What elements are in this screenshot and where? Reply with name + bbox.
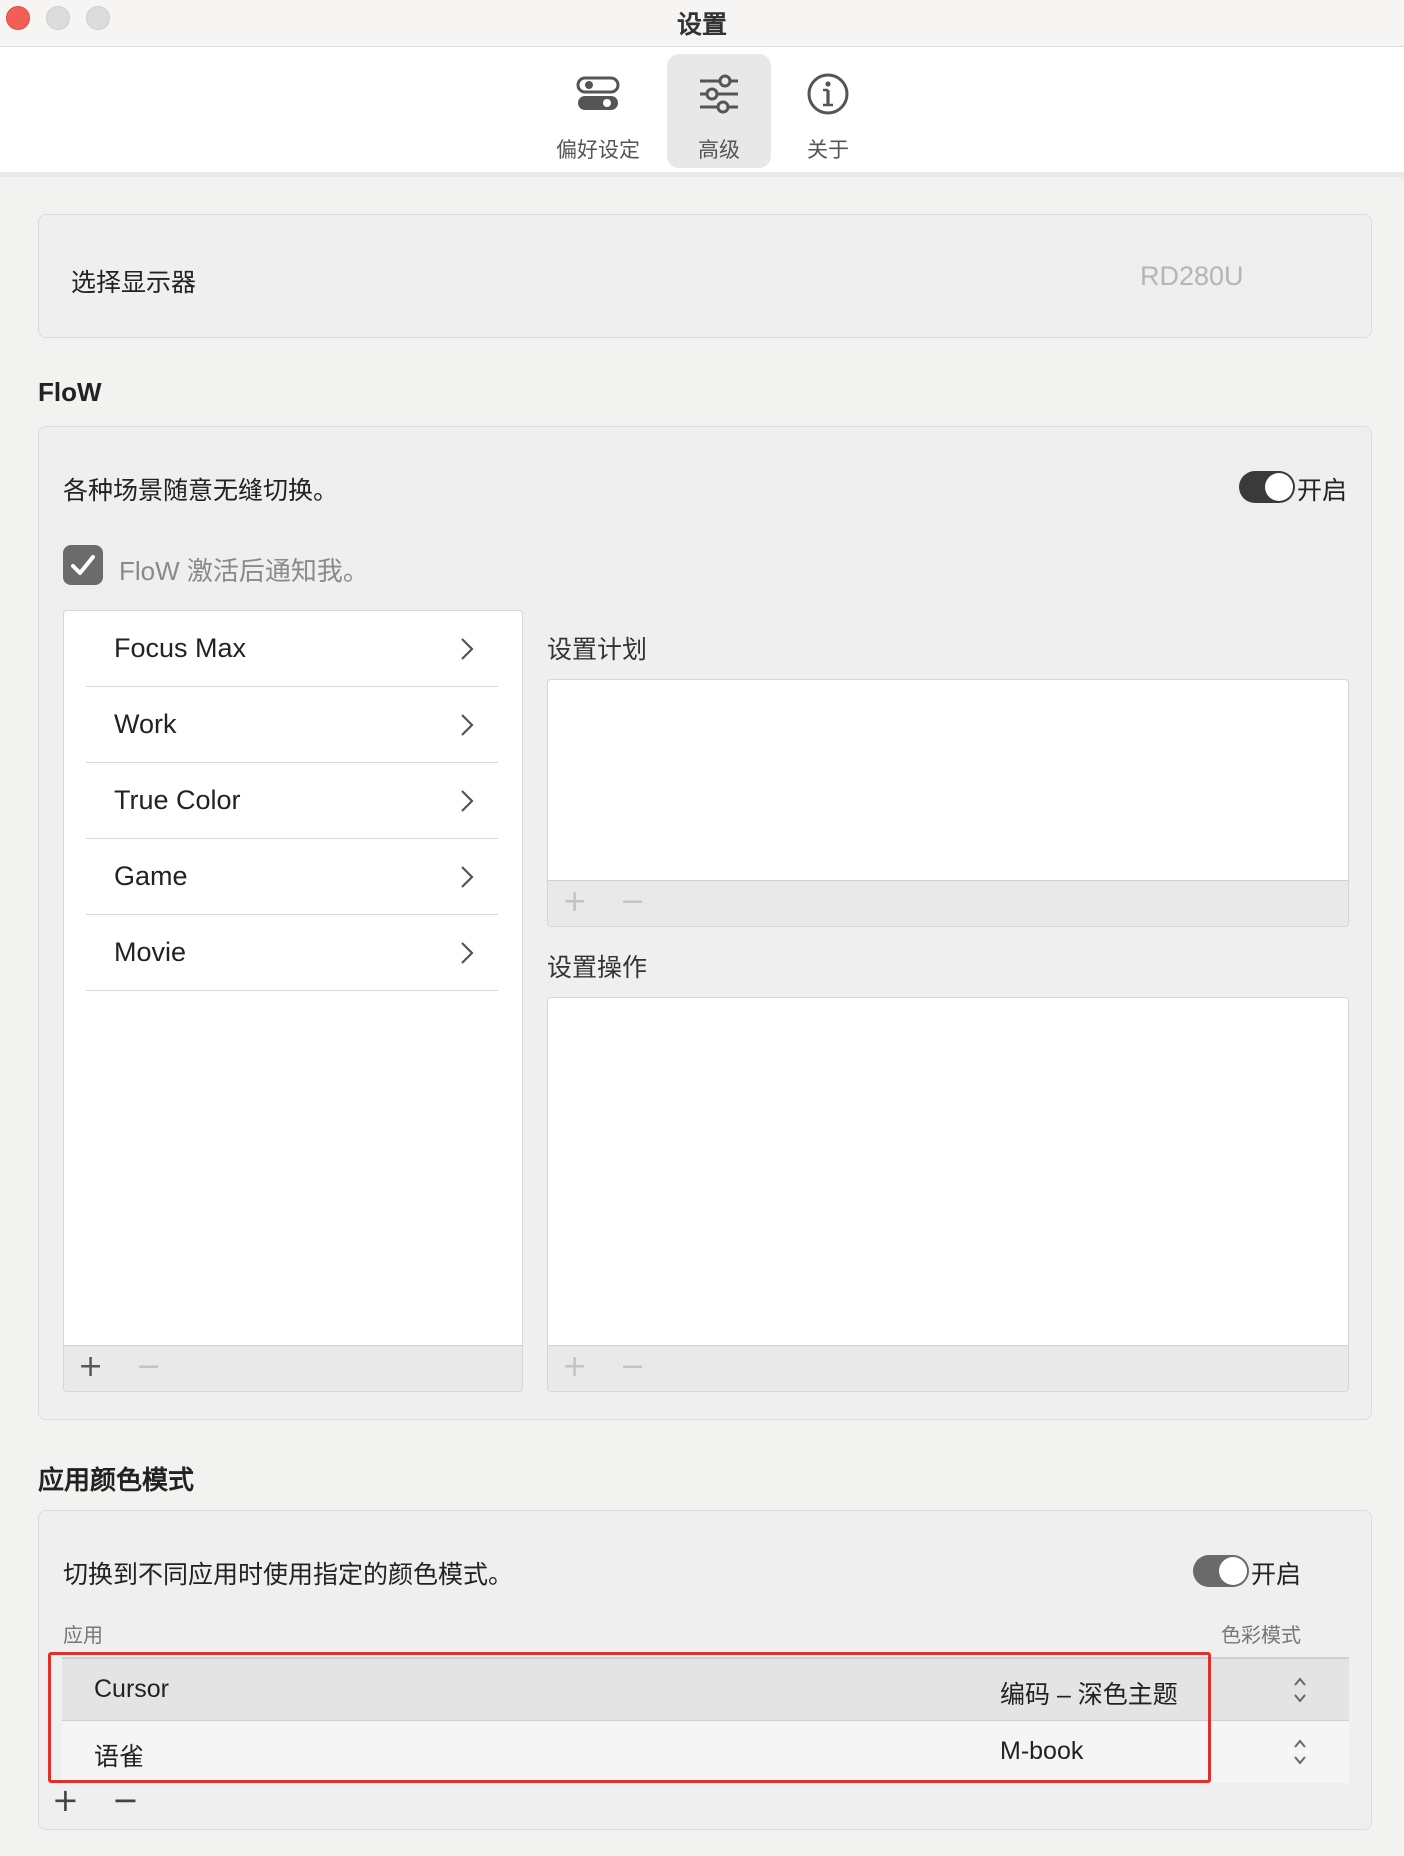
title-bar: 设置 [0, 0, 1404, 47]
chevron-right-icon [461, 638, 474, 660]
remove-plan-button[interactable]: − [620, 887, 645, 917]
flow-toggle[interactable]: 开启 [1239, 471, 1359, 505]
toggles-icon [576, 76, 620, 110]
add-scene-button[interactable]: + [78, 1352, 103, 1382]
annotation-highlight-box [48, 1652, 1211, 1783]
flow-list-footer: + − [64, 1345, 522, 1391]
chevron-right-icon [461, 790, 474, 812]
flow-toggle-switch[interactable] [1239, 471, 1295, 503]
scene-name: Movie [114, 937, 187, 967]
display-selector[interactable]: 选择显示器 RD280U [38, 214, 1372, 338]
flow-panel: 各种场景随意无缝切换。 开启 FloW 激活后通知我。 Focus Max Wo… [38, 426, 1372, 1420]
list-item[interactable]: Movie [86, 915, 498, 991]
settings-toolbar: 偏好设定 高级 关于 [0, 47, 1404, 177]
app-color-toggle-label: 开启 [1251, 1561, 1302, 1589]
display-label: 选择显示器 [71, 269, 197, 297]
list-item[interactable]: Game [86, 839, 498, 915]
plan-title: 设置计划 [547, 636, 648, 664]
column-app-header: 应用 [63, 1625, 103, 1647]
tab-about[interactable]: 关于 [776, 54, 880, 168]
plan-list: + − [547, 679, 1349, 927]
list-item[interactable]: True Color [86, 763, 498, 839]
flow-scene-list: Focus Max Work True Color Game Movie + − [63, 610, 523, 1392]
remove-app-button[interactable]: − [112, 1784, 139, 1816]
add-plan-button[interactable]: + [562, 887, 587, 917]
tab-advanced[interactable]: 高级 [667, 54, 771, 168]
checkmark-icon [71, 555, 95, 575]
action-list: + − [547, 997, 1349, 1392]
remove-scene-button[interactable]: − [136, 1352, 161, 1382]
window-title: 设置 [676, 11, 727, 39]
column-mode-header: 色彩模式 [1221, 1625, 1301, 1647]
action-title: 设置操作 [547, 954, 648, 982]
app-color-toggle[interactable]: 开启 [1193, 1555, 1313, 1589]
list-item[interactable]: Work [86, 687, 498, 763]
tab-advanced-label: 高级 [698, 139, 740, 162]
flow-section-title: FloW [38, 377, 102, 407]
chevron-right-icon [461, 866, 474, 888]
scene-name: Focus Max [114, 633, 247, 663]
display-value: RD280U [1140, 261, 1244, 291]
tab-preferences-label: 偏好设定 [556, 139, 640, 162]
flow-toggle-label: 开启 [1297, 477, 1348, 505]
scene-name: Game [114, 861, 188, 891]
scene-name: True Color [114, 785, 241, 815]
add-action-button[interactable]: + [562, 1352, 587, 1382]
chevron-right-icon [461, 714, 474, 736]
action-list-footer: + − [548, 1345, 1348, 1391]
app-table-footer: + − [40, 1782, 1372, 1824]
app-color-description: 切换到不同应用时使用指定的颜色模式。 [63, 1561, 514, 1589]
tab-preferences[interactable]: 偏好设定 [546, 54, 650, 168]
chevron-right-icon [461, 942, 474, 964]
flow-notify-label: FloW 激活后通知我。 [119, 556, 369, 586]
sliders-icon [700, 74, 738, 114]
flow-notify-checkbox[interactable] [63, 545, 103, 585]
remove-action-button[interactable]: − [620, 1352, 645, 1382]
up-down-chevron-icon[interactable] [1292, 1737, 1308, 1767]
up-down-chevron-icon[interactable] [1292, 1675, 1308, 1705]
tab-about-label: 关于 [807, 139, 849, 162]
flow-description: 各种场景随意无缝切换。 [63, 477, 339, 505]
list-item[interactable]: Focus Max [86, 611, 498, 687]
scene-name: Work [114, 709, 177, 739]
add-app-button[interactable]: + [52, 1784, 79, 1816]
info-icon [807, 73, 849, 115]
plan-list-footer: + − [548, 880, 1348, 926]
app-color-section-title: 应用颜色模式 [38, 1465, 195, 1495]
app-color-toggle-switch[interactable] [1193, 1555, 1249, 1587]
